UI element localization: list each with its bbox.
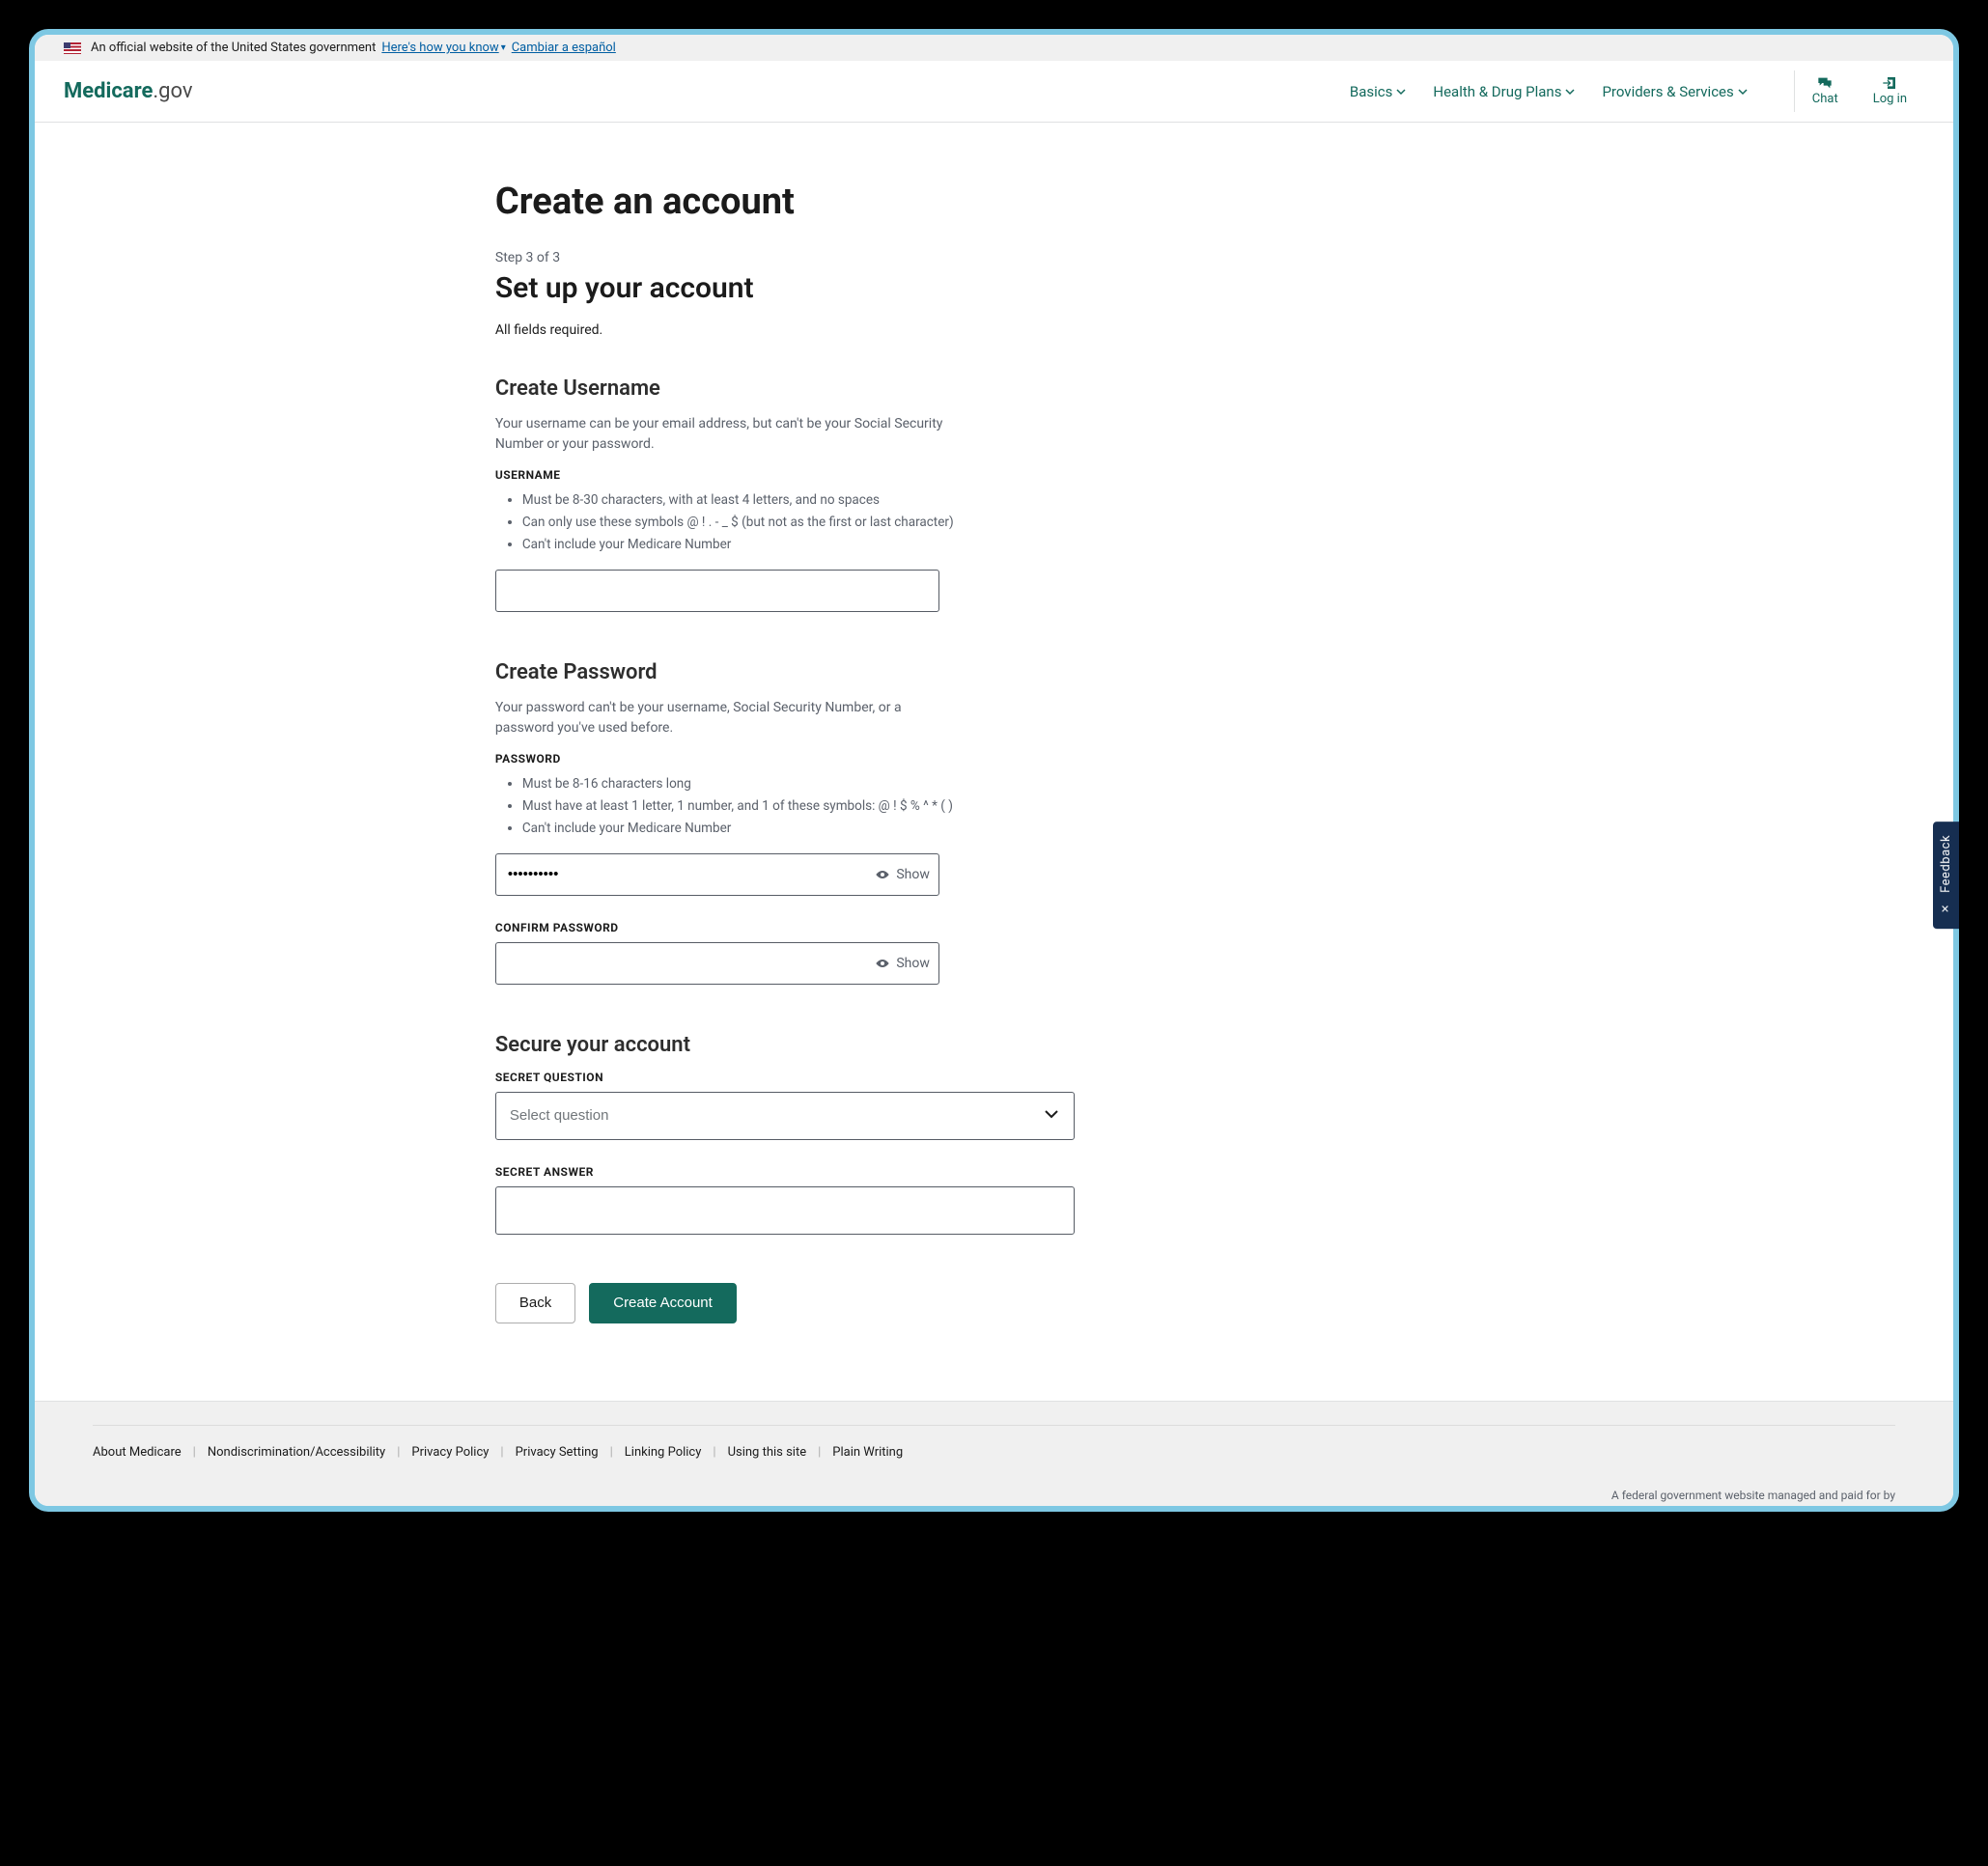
username-rule: Can't include your Medicare Number <box>522 534 1422 556</box>
footer-link[interactable]: Privacy Policy <box>411 1445 489 1460</box>
site-logo[interactable]: Medicare.gov <box>64 79 193 103</box>
footer-links: About Medicare| Nondiscrimination/Access… <box>93 1425 1895 1460</box>
page-subtitle: Set up your account <box>495 271 1422 305</box>
password-rules: Must be 8-16 characters long Must have a… <box>495 773 1422 840</box>
login-button[interactable]: Log in <box>1856 70 1924 112</box>
secret-answer-label: SECRET ANSWER <box>495 1165 1422 1179</box>
username-rule: Can only use these symbols @ ! . - _ $ (… <box>522 512 1422 534</box>
secret-question-label: SECRET QUESTION <box>495 1071 1422 1084</box>
nav-basics[interactable]: Basics <box>1350 83 1407 100</box>
show-confirm-password-toggle[interactable]: Show <box>875 956 930 971</box>
secure-heading: Secure your account <box>495 1033 1422 1057</box>
footer: About Medicare| Nondiscrimination/Access… <box>35 1401 1953 1506</box>
username-input[interactable] <box>495 570 939 612</box>
nav-actions: Chat Log in <box>1794 70 1924 112</box>
back-button[interactable]: Back <box>495 1283 575 1323</box>
how-you-know-link[interactable]: Here's how you know <box>381 41 498 55</box>
chevron-down-icon: ▾ <box>501 42 506 53</box>
nav-providers-services[interactable]: Providers & Services <box>1602 83 1747 100</box>
footer-link[interactable]: Plain Writing <box>832 1445 903 1460</box>
language-switch[interactable]: Cambiar a español <box>512 41 616 55</box>
password-rule: Must have at least 1 letter, 1 number, a… <box>522 795 1422 818</box>
confirm-password-input[interactable] <box>495 942 939 985</box>
chat-button[interactable]: Chat <box>1795 70 1856 112</box>
secure-section: Secure your account SECRET QUESTION Sele… <box>495 1033 1422 1235</box>
password-rule: Can't include your Medicare Number <box>522 818 1422 840</box>
login-icon <box>1882 76 1897 90</box>
footer-link[interactable]: Nondiscrimination/Accessibility <box>208 1445 385 1460</box>
create-account-button[interactable]: Create Account <box>589 1283 737 1323</box>
secret-question-select[interactable]: Select question <box>495 1092 1075 1140</box>
feedback-tab[interactable]: ✕ Feedback <box>1933 822 1959 929</box>
footer-link[interactable]: About Medicare <box>93 1445 182 1460</box>
eye-icon <box>875 958 890 969</box>
confirm-password-label: CONFIRM PASSWORD <box>495 921 1422 934</box>
footer-link[interactable]: Using this site <box>728 1445 807 1460</box>
chat-icon <box>1817 76 1833 90</box>
logo-part2: .gov <box>153 79 192 103</box>
nav-menu: Basics Health & Drug Plans Providers & S… <box>1350 70 1924 112</box>
username-heading: Create Username <box>495 376 1422 401</box>
footer-link[interactable]: Linking Policy <box>625 1445 702 1460</box>
password-heading: Create Password <box>495 660 1422 684</box>
chevron-down-icon <box>1396 87 1406 97</box>
username-rules: Must be 8-30 characters, with at least 4… <box>495 489 1422 556</box>
show-password-toggle[interactable]: Show <box>875 867 930 882</box>
chevron-down-icon <box>1738 87 1748 97</box>
footer-note: A federal government website managed and… <box>93 1489 1895 1502</box>
secret-answer-input[interactable] <box>495 1186 1075 1235</box>
top-nav: Medicare.gov Basics Health & Drug Plans … <box>35 61 1953 123</box>
password-hint: Your password can't be your username, So… <box>495 698 959 738</box>
gov-banner: An official website of the United States… <box>35 35 1953 61</box>
button-row: Back Create Account <box>495 1283 1422 1323</box>
username-section: Create Username Your username can be you… <box>495 376 1422 612</box>
nav-health-drug-plans[interactable]: Health & Drug Plans <box>1433 83 1575 100</box>
step-indicator: Step 3 of 3 <box>495 250 1422 265</box>
gov-banner-text: An official website of the United States… <box>91 41 376 55</box>
page-title: Create an account <box>495 181 1422 223</box>
logo-part1: Medicare <box>64 79 153 103</box>
required-note: All fields required. <box>495 322 1422 338</box>
footer-link[interactable]: Privacy Setting <box>516 1445 599 1460</box>
password-rule: Must be 8-16 characters long <box>522 773 1422 795</box>
close-icon: ✕ <box>1940 902 1953 914</box>
chevron-down-icon <box>1565 87 1575 97</box>
password-section: Create Password Your password can't be y… <box>495 660 1422 985</box>
password-label: PASSWORD <box>495 752 1422 766</box>
username-hint: Your username can be your email address,… <box>495 414 959 455</box>
username-label: USERNAME <box>495 468 1422 482</box>
eye-icon <box>875 869 890 880</box>
us-flag-icon <box>64 42 81 54</box>
password-input[interactable] <box>495 853 939 896</box>
username-rule: Must be 8-30 characters, with at least 4… <box>522 489 1422 512</box>
